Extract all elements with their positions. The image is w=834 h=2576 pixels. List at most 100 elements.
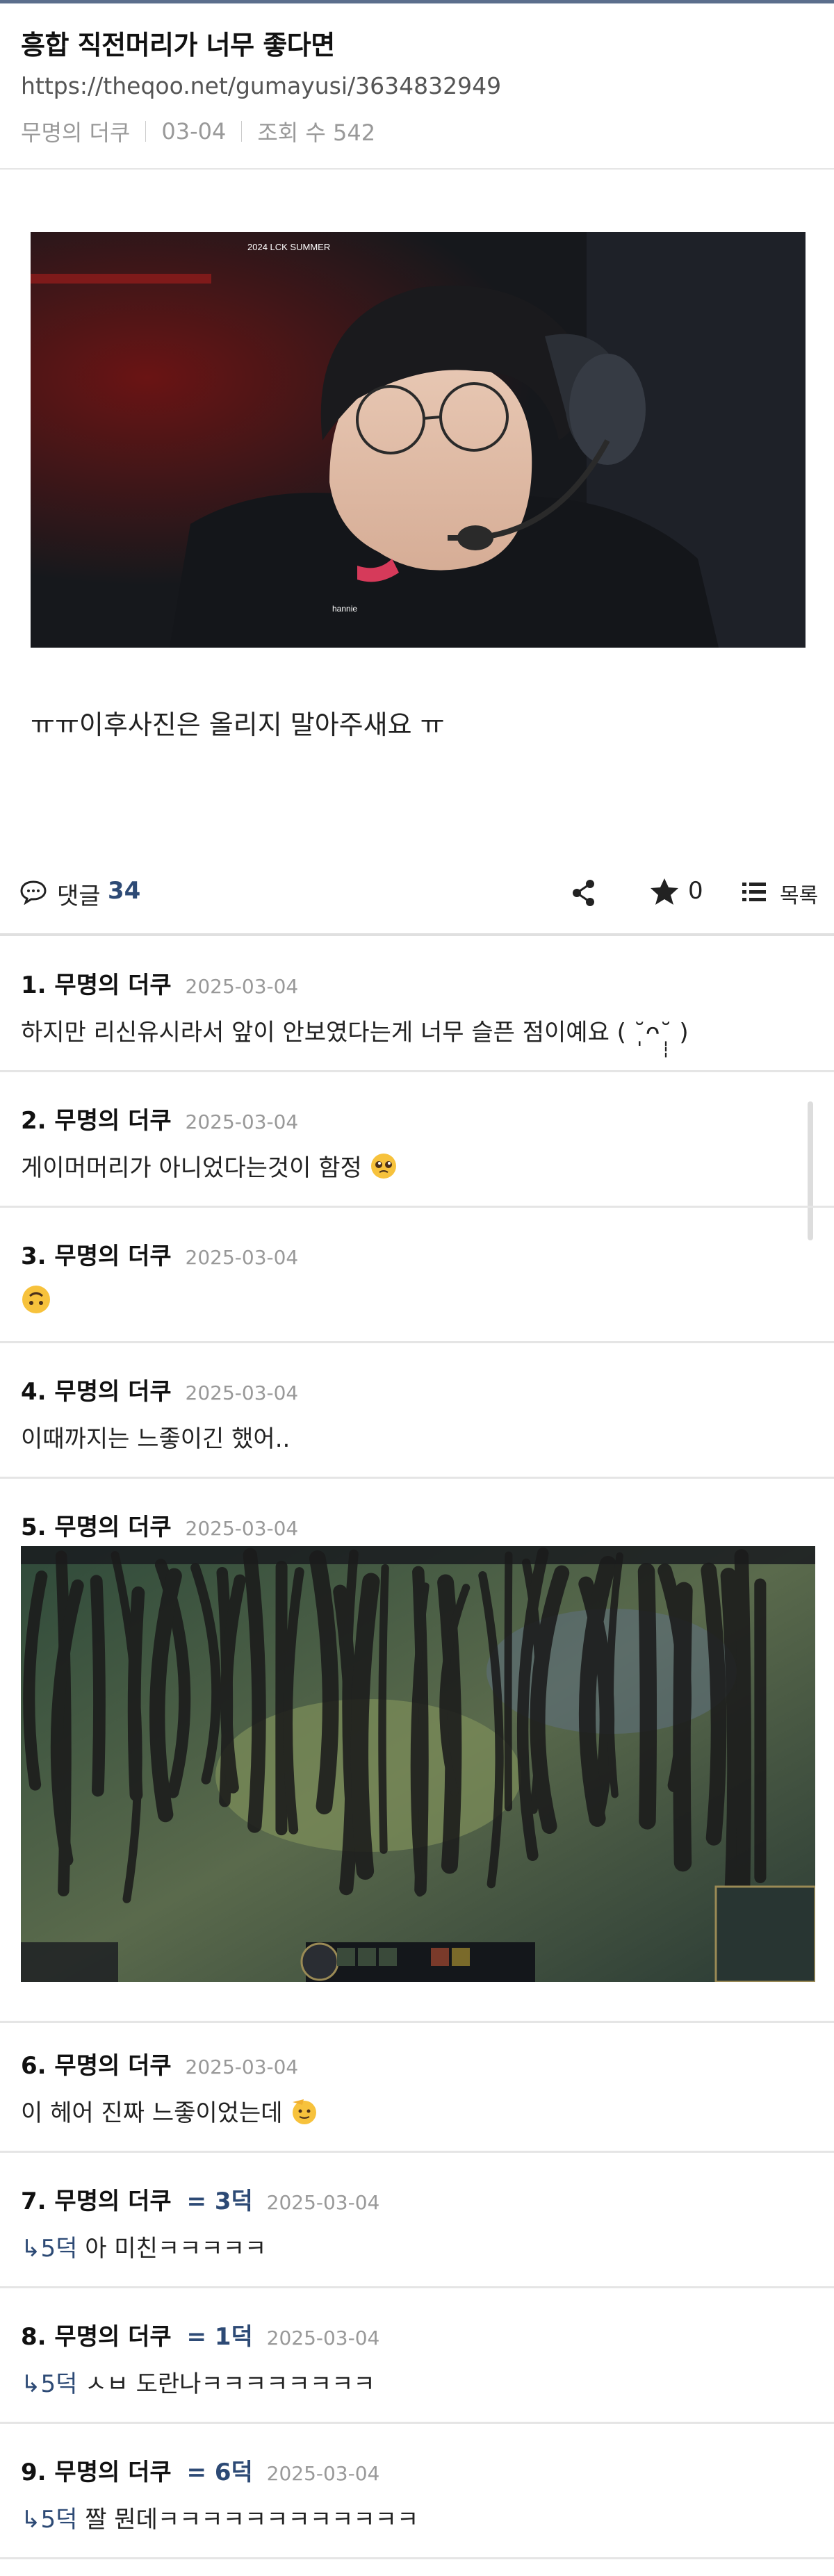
list-icon[interactable]	[739, 877, 769, 906]
scribble-stroke	[504, 1551, 513, 1812]
post-meta: 무명의 더쿠 03-04 조회 수 542	[21, 115, 375, 147]
comment-number: 1.	[21, 971, 47, 999]
comment-date: 2025-03-04	[185, 1517, 299, 1540]
comment-divider	[0, 1341, 834, 1343]
comment-header: 9. 무명의 더쿠 = 6덕 2025-03-04	[21, 2453, 379, 2487]
comment-divider	[0, 2557, 834, 2559]
comment-count[interactable]: 34	[108, 877, 140, 905]
comment-author[interactable]: 무명의 더쿠	[54, 971, 171, 999]
scribble-stroke	[720, 1568, 744, 1914]
comment-text-row: ↳5덕 아 미친ㅋㅋㅋㅋㅋ	[21, 2229, 266, 2263]
comment-header: 3. 무명의 더쿠 2025-03-04	[21, 1237, 298, 1271]
comment-author[interactable]: 무명의 더쿠	[54, 2459, 171, 2486]
comment-divider	[0, 2151, 834, 2153]
comment-divider	[0, 2286, 834, 2288]
share-icon[interactable]	[569, 877, 600, 909]
comment-date: 2025-03-04	[266, 2327, 380, 2349]
comment-label[interactable]: 댓글	[57, 877, 101, 911]
comment-number: 8.	[21, 2323, 47, 2351]
post-date: 03-04	[161, 118, 227, 145]
comment-number: 3.	[21, 1242, 47, 1270]
comment-text: 아 미친ㅋㅋㅋㅋㅋ	[77, 2235, 267, 2263]
comment-date: 2025-03-04	[266, 2462, 380, 2485]
comment-header: 5. 무명의 더쿠 2025-03-04	[21, 1508, 298, 1542]
post-title: 흥합 직전머리가 너무 좋다면	[21, 30, 335, 60]
photo-caption-top: 2024 LCK SUMMER	[247, 242, 330, 252]
comment-date: 2025-03-04	[185, 1246, 299, 1269]
comment-number: 7.	[21, 2188, 47, 2215]
meta-divider	[241, 121, 243, 142]
comments-top-divider	[0, 933, 834, 936]
photo-caption-name: hannie	[332, 604, 357, 614]
comment-text: 이때까지는 느좋이긴 했어..	[21, 1425, 291, 1453]
scrollbar[interactable]	[808, 1101, 813, 1240]
comment-text-row: 이 헤어 진짜 느좋이었는데	[21, 2094, 319, 2132]
star-icon[interactable]	[648, 876, 681, 909]
comment-author[interactable]: 무명의 더쿠	[54, 2323, 171, 2351]
comment-text-row	[21, 1284, 51, 1321]
comment-text-row: ↳5덕 짤 뭔데ㅋㅋㅋㅋㅋㅋㅋㅋㅋㅋㅋㅋ	[21, 2500, 418, 2534]
comment-author[interactable]: 무명의 더쿠	[54, 2052, 171, 2080]
comment-text-row: ↳5덕 ㅅㅂ 도란나ㅋㅋㅋㅋㅋㅋㅋㅋ	[21, 2365, 375, 2399]
header-divider	[0, 168, 834, 170]
comment-author[interactable]: 무명의 더쿠	[54, 1107, 171, 1135]
meta-divider	[145, 121, 147, 142]
comment-text: 짤 뭔데ㅋㅋㅋㅋㅋㅋㅋㅋㅋㅋㅋㅋ	[77, 2506, 419, 2534]
list-button-label[interactable]: 목록	[780, 878, 818, 909]
comment-divider	[0, 1070, 834, 1072]
comment-game-screenshot[interactable]	[21, 1546, 815, 1982]
comment-author[interactable]: 무명의 더쿠	[54, 1513, 171, 1541]
post-views: 조회 수 542	[257, 120, 376, 146]
comment-divider	[0, 1206, 834, 1208]
comment-number: 2.	[21, 1107, 47, 1135]
comment-reply-target[interactable]: = 6덕	[187, 2459, 253, 2486]
pleading-face-emoji	[370, 1152, 398, 1186]
comment-date: 2025-03-04	[185, 1381, 299, 1404]
comment-author[interactable]: 무명의 더쿠	[54, 1242, 171, 1270]
comment-header: 8. 무명의 더쿠 = 1덕 2025-03-04	[21, 2317, 379, 2352]
reply-mention[interactable]: ↳5덕	[21, 2506, 77, 2534]
comment-header: 1. 무명의 더쿠 2025-03-04	[21, 966, 298, 1000]
scribble-stroke	[90, 1575, 106, 1797]
scribble-stroke	[637, 1563, 657, 1830]
comment-divider	[0, 2021, 834, 2023]
comment-header: 6. 무명의 더쿠 2025-03-04	[21, 2046, 298, 2081]
post-photo[interactable]: 2024 LCK SUMMER hannie	[31, 232, 806, 648]
comment-text: 하지만 리신유시라서 앞이 안보였다는게 너무 슬픈 점이예요 ( ˘̩̩̩ᴖ˘…	[21, 1019, 689, 1047]
comment-divider	[0, 2422, 834, 2424]
comment-reply-target[interactable]: = 1덕	[187, 2323, 253, 2351]
comment-author[interactable]: 무명의 더쿠	[54, 2188, 171, 2215]
comment-reply-target[interactable]: = 3덕	[187, 2188, 253, 2215]
comment-number: 9.	[21, 2459, 47, 2486]
comment-date: 2025-03-04	[266, 2191, 380, 2214]
comment-number: 4.	[21, 1378, 47, 1406]
upside-down-face-emoji	[21, 1284, 51, 1321]
comment-date: 2025-03-04	[185, 975, 299, 998]
comment-header: 4. 무명의 더쿠 2025-03-04	[21, 1372, 298, 1406]
post-author[interactable]: 무명의 더쿠	[21, 115, 130, 147]
scribble-stroke	[378, 1564, 389, 1854]
star-count: 0	[688, 877, 703, 905]
comment-divider	[0, 1477, 834, 1479]
post-actions-bar: 댓글 34 0 목록	[0, 869, 834, 917]
comment-date: 2025-03-04	[185, 2056, 299, 2078]
comment-header: 2. 무명의 더쿠 2025-03-04	[21, 1101, 298, 1135]
comment-text: 이 헤어 진짜 느좋이었는데	[21, 2099, 283, 2127]
reply-mention[interactable]: ↳5덕	[21, 2370, 77, 2398]
comment-author[interactable]: 무명의 더쿠	[54, 1378, 171, 1406]
comment-number: 5.	[21, 1513, 47, 1541]
comment-number: 6.	[21, 2052, 47, 2080]
reply-mention[interactable]: ↳5덕	[21, 2235, 77, 2263]
comment-header: 7. 무명의 더쿠 = 3덕 2025-03-04	[21, 2182, 379, 2216]
comment-text-row: 게이머머리가 아니었다는것이 함정	[21, 1149, 398, 1186]
comment-text: 게이머머리가 아니었다는것이 함정	[21, 1154, 362, 1182]
saluting-face-emoji	[290, 2097, 319, 2132]
comment-text: ㅅㅂ 도란나ㅋㅋㅋㅋㅋㅋㅋㅋ	[77, 2370, 375, 2398]
scribble-stroke	[734, 1549, 751, 1911]
scribble-stroke	[673, 1582, 693, 1872]
comment-date: 2025-03-04	[185, 1110, 299, 1133]
post-url-link[interactable]: https://theqoo.net/gumayusi/3634832949	[21, 72, 501, 99]
post-body: ㅠㅠ이후사진은 올리지 말아주새요 ㅠ	[31, 709, 445, 740]
top-accent-bar	[0, 0, 834, 3]
speech-bubble-icon[interactable]	[19, 880, 47, 908]
